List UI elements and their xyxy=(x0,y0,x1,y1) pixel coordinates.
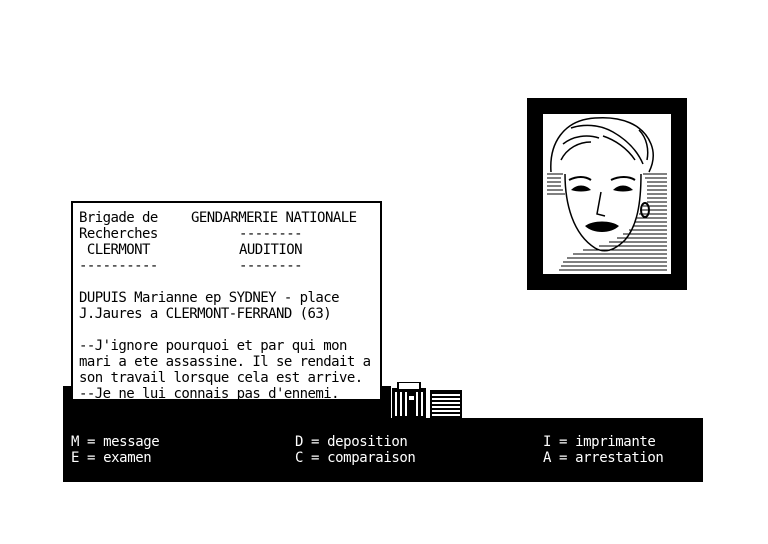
doc-brigade-divider: ---------- xyxy=(79,258,158,274)
doc-brigade-line1: Brigade de xyxy=(79,210,158,226)
archive-box-icon[interactable] xyxy=(392,382,426,418)
menu-comparaison[interactable]: C = comparaison xyxy=(295,450,416,466)
menu-message[interactable]: M = message xyxy=(71,434,160,450)
doc-brigade-line3: CLERMONT xyxy=(79,242,151,258)
menu-examen[interactable]: E = examen xyxy=(71,450,152,466)
doc-brigade-line2: Recherches xyxy=(79,226,158,242)
doc-statement-line3: son travail lorsque cela est arrive. xyxy=(79,370,363,386)
doc-statement-line4: --Je ne lui connais pas d'ennemi. xyxy=(79,386,340,401)
doc-header-divider-bottom: -------- xyxy=(239,258,303,274)
doc-identity-line1: DUPUIS Marianne ep SYDNEY - place xyxy=(79,290,340,306)
doc-header-audition: AUDITION xyxy=(239,242,303,258)
doc-header-title: GENDARMERIE NATIONALE xyxy=(191,210,357,226)
doc-statement-line2: mari a ete assassine. Il se rendait a xyxy=(79,354,371,370)
audition-document: Brigade de Recherches CLERMONT ---------… xyxy=(71,201,382,401)
doc-statement-line1: --J'ignore pourquoi et par qui mon xyxy=(79,338,347,354)
doc-identity-line2: J.Jaures a CLERMONT-FERRAND (63) xyxy=(79,306,332,322)
menu-deposition[interactable]: D = deposition xyxy=(295,434,408,450)
menu-imprimante[interactable]: I = imprimante xyxy=(543,434,656,450)
document-stack-icon[interactable] xyxy=(430,390,462,418)
doc-header-divider-top: -------- xyxy=(239,226,303,242)
woman-face-icon xyxy=(543,114,671,274)
menu-arrestation[interactable]: A = arrestation xyxy=(543,450,664,466)
command-bar: M = message E = examen D = deposition C … xyxy=(63,418,703,482)
suspect-portrait xyxy=(527,98,687,290)
